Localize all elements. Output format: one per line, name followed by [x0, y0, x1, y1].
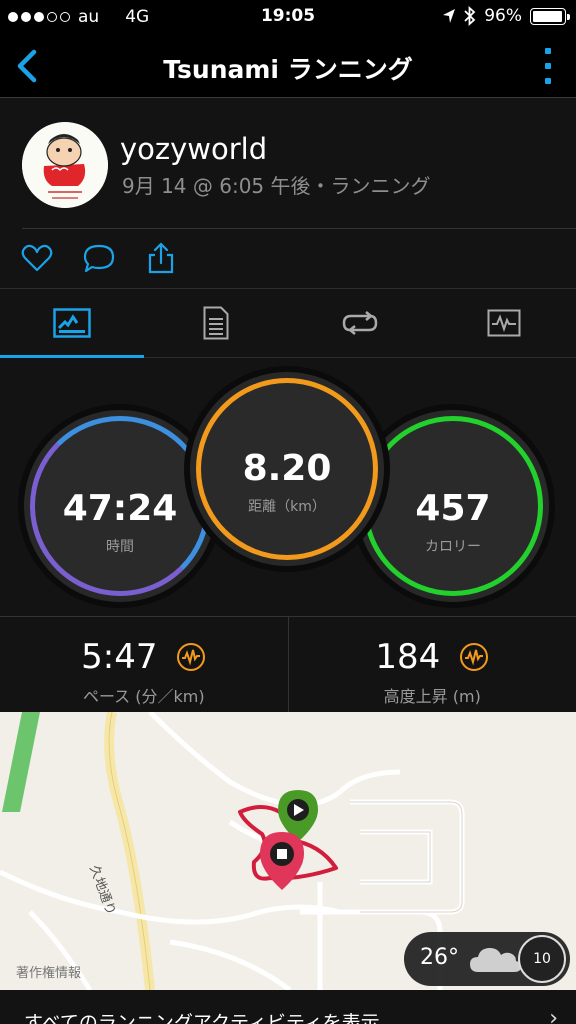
route-map[interactable]: 久地通り 著作権情報 26° 10 — [0, 712, 576, 990]
tab-laps[interactable] — [288, 289, 432, 357]
bluetooth-icon — [464, 6, 476, 26]
avatar-illustration — [22, 122, 108, 208]
tab-bar — [0, 288, 576, 358]
distance-label: 距離（km） — [248, 499, 326, 515]
view-all-activities-label: すべてのランニングアクティビティを表示 — [24, 1012, 380, 1024]
time-label: 時間 — [106, 539, 134, 555]
activity-header: yozyworld 9月 14 @ 6:05 午後・ランニング — [0, 98, 576, 288]
elevation-label: 高度上昇 (m) — [383, 687, 481, 706]
chart-icon — [487, 309, 521, 337]
time-value: 47:24 — [62, 488, 178, 529]
distance-value: 8.20 — [242, 448, 332, 489]
comment-icon[interactable] — [82, 241, 116, 275]
username[interactable]: yozyworld — [120, 132, 267, 166]
tab-stats[interactable] — [0, 289, 144, 358]
compass-value: 10 — [533, 951, 551, 967]
details-icon — [203, 306, 229, 340]
distance-ring: 8.20 距離（km） — [190, 372, 384, 566]
compass-icon[interactable]: 10 — [518, 935, 566, 983]
temperature: 26° — [420, 945, 459, 970]
avatar[interactable] — [22, 122, 108, 208]
view-all-activities-link[interactable]: すべてのランニングアクティビティを表示 › — [0, 990, 576, 1024]
page-title: Tsunami ランニング — [163, 55, 413, 84]
calories-label: カロリー — [425, 539, 481, 555]
social-actions — [20, 241, 178, 275]
pace-label: ペース (分／km) — [82, 687, 205, 706]
secondary-stats: 5:47 ペース (分／km) 184 高度上昇 (m) — [0, 616, 576, 712]
map-copyright-link[interactable]: 著作権情報 — [16, 962, 81, 981]
share-icon[interactable] — [144, 241, 178, 275]
calories-value: 457 — [415, 488, 491, 529]
stats-panel: 47:24 時間 457 カロリー 8.20 距離（km） — [0, 358, 576, 616]
cloud-icon — [470, 948, 521, 972]
stats-icon — [53, 308, 91, 338]
elevation-chart-icon[interactable] — [459, 642, 489, 672]
status-bar: au 4G 19:05 96% — [0, 0, 576, 34]
pace-stat[interactable]: 5:47 ペース (分／km) — [0, 617, 288, 712]
laps-icon — [342, 311, 378, 335]
location-icon — [443, 9, 456, 23]
chevron-right-icon: › — [549, 1006, 558, 1024]
divider — [22, 228, 576, 229]
pace-chart-icon[interactable] — [176, 642, 206, 672]
heart-icon[interactable] — [20, 241, 54, 275]
more-options-icon[interactable] — [538, 48, 558, 84]
battery-percent: 96% — [484, 6, 522, 26]
battery-icon — [530, 7, 570, 25]
activity-subtitle: 9月 14 @ 6:05 午後・ランニング — [122, 174, 431, 198]
tab-details[interactable] — [144, 289, 288, 357]
time-ring: 47:24 時間 — [24, 410, 216, 602]
elevation-stat[interactable]: 184 高度上昇 (m) — [287, 617, 576, 712]
pace-value: 5:47 — [81, 636, 158, 677]
calories-ring: 457 カロリー — [357, 410, 549, 602]
elevation-value: 184 — [375, 636, 441, 677]
tab-charts[interactable] — [432, 289, 576, 357]
navigation-bar: Tsunami ランニング — [0, 34, 576, 98]
weather-widget[interactable]: 26° 10 — [404, 932, 570, 986]
